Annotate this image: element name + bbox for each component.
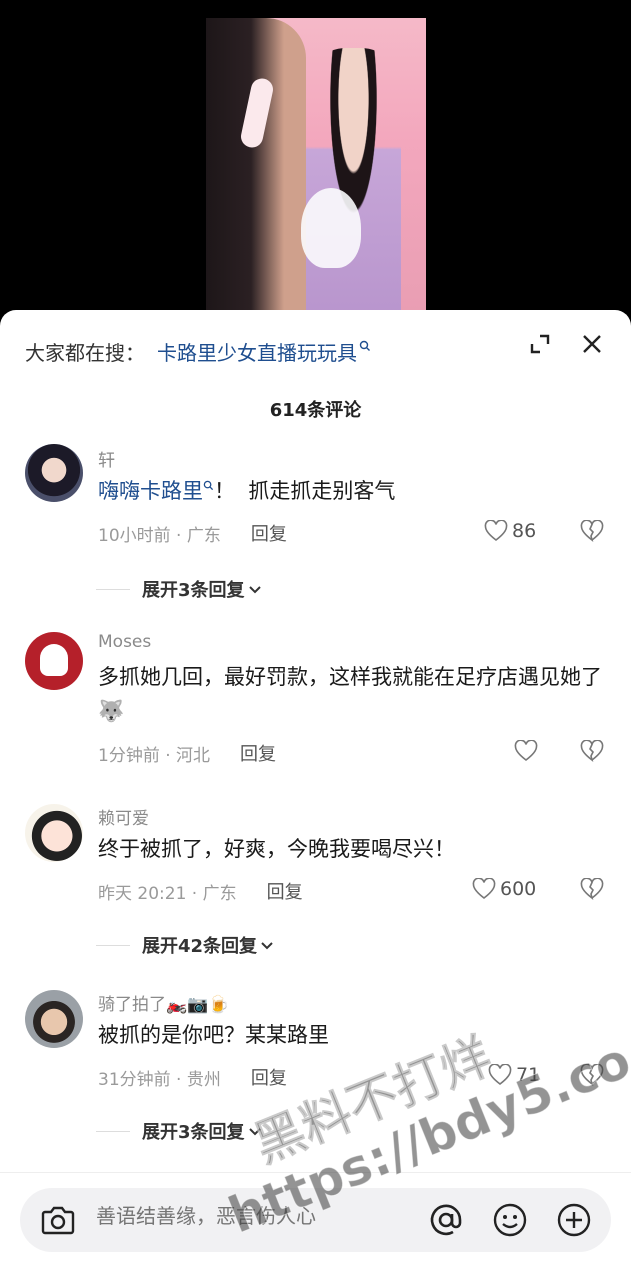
comment-item: 赖可爱 终于被抓了，好爽，今晚我要喝尽兴！ 昨天 20:21 · 广东 回复 6… <box>0 802 631 962</box>
like-count: 71 <box>516 1064 541 1086</box>
comment-sheet: 大家都在搜： 卡路里少女直播玩玩具 614条评论 轩 嗨嗨卡路里 ！ 抓走抓走别客… <box>0 310 631 1280</box>
comment-time-location: 10小时前 · 广东 <box>98 525 221 546</box>
comment-input[interactable] <box>96 1206 396 1229</box>
like-count: 86 <box>512 520 537 542</box>
divider <box>96 1130 130 1132</box>
comment-item: 骑了拍了🏍️📷🍺 被抓的是你吧？某某路里 31分钟前 · 贵州 回复 71 展开… <box>0 988 631 1148</box>
avatar[interactable] <box>25 804 83 862</box>
comment-text: 多抓她几回，最好罚款，这样我就能在足疗店遇见她了🐺 <box>98 665 602 723</box>
plus-icon[interactable] <box>556 1202 592 1238</box>
heart-icon <box>514 740 538 762</box>
comment-username[interactable]: 轩 <box>98 446 115 471</box>
emoji-icon[interactable] <box>492 1202 528 1238</box>
expand-replies-button[interactable]: 展开42条回复 <box>96 932 275 958</box>
video-fan <box>301 188 361 268</box>
search-icon <box>359 340 370 351</box>
heart-icon <box>488 1064 512 1086</box>
reply-button[interactable]: 回复 <box>267 878 303 904</box>
video-figure-back <box>206 18 306 330</box>
comment-username[interactable]: 骑了拍了🏍️📷🍺 <box>98 990 230 1015</box>
video-figure-front <box>306 48 401 330</box>
chevron-down-icon <box>261 942 273 950</box>
comment-meta: 10小时前 · 广东 回复 <box>98 520 287 546</box>
at-icon[interactable] <box>428 1202 464 1238</box>
divider <box>96 944 130 946</box>
chevron-down-icon <box>248 1128 261 1136</box>
comment-time-location: 31分钟前 · 贵州 <box>98 1069 221 1090</box>
like-button[interactable]: 71 <box>488 1064 540 1086</box>
heart-icon <box>484 520 508 542</box>
comment-text: 嗨嗨卡路里 ！ 抓走抓走别客气 <box>98 474 603 508</box>
search-term-link[interactable]: 卡路里少女直播玩玩具 <box>157 337 357 366</box>
avatar[interactable] <box>25 444 83 502</box>
broken-heart-icon[interactable] <box>580 520 604 542</box>
like-button[interactable] <box>514 740 542 762</box>
video-frame[interactable] <box>206 18 426 330</box>
comment-time-location: 昨天 20:21 · 广东 <box>98 883 237 904</box>
comment-text-rest: ！ 抓走抓走别客气 <box>214 479 396 503</box>
comment-meta: 1分钟前 · 河北 回复 <box>98 740 276 766</box>
expand-replies-label: 展开3条回复 <box>142 580 245 601</box>
expand-replies-button[interactable]: 展开3条回复 <box>96 576 263 602</box>
broken-heart-icon[interactable] <box>580 878 604 900</box>
comment-username[interactable]: 赖可爱 <box>98 804 149 829</box>
comment-text: 被抓的是你吧？某某路里 <box>98 1023 329 1047</box>
comment-text: 终于被抓了，好爽，今晚我要喝尽兴！ <box>98 837 455 861</box>
comment-username[interactable]: Moses <box>98 632 151 652</box>
comment-time-location: 1分钟前 · 河北 <box>98 745 211 766</box>
expand-replies-label: 展开3条回复 <box>142 1122 245 1143</box>
comment-meta: 31分钟前 · 贵州 回复 <box>98 1064 287 1090</box>
chevron-down-icon <box>248 586 261 594</box>
video-area[interactable] <box>0 0 631 330</box>
comment-link[interactable]: 嗨嗨卡路里 <box>98 479 203 503</box>
divider <box>96 588 130 590</box>
search-suggestion[interactable]: 大家都在搜： 卡路里少女直播玩玩具 <box>25 336 371 366</box>
broken-heart-icon[interactable] <box>580 1064 604 1086</box>
comment-meta: 昨天 20:21 · 广东 回复 <box>98 878 303 904</box>
search-icon <box>203 480 214 491</box>
like-button[interactable]: 86 <box>484 520 536 542</box>
search-prefix: 大家都在搜： <box>25 340 145 365</box>
expand-replies-label: 展开42条回复 <box>142 936 258 957</box>
reply-button[interactable]: 回复 <box>251 520 287 546</box>
close-icon[interactable] <box>580 332 604 356</box>
avatar[interactable] <box>25 990 83 1048</box>
reply-button[interactable]: 回复 <box>240 740 276 766</box>
avatar[interactable] <box>25 632 83 690</box>
like-count: 600 <box>500 878 537 900</box>
camera-icon[interactable] <box>40 1203 76 1237</box>
comment-item: Moses 多抓她几回，最好罚款，这样我就能在足疗店遇见她了🐺 1分钟前 · 河… <box>0 630 631 770</box>
lucky-cat-avatar-art <box>40 644 68 676</box>
like-button[interactable]: 600 <box>472 878 536 900</box>
broken-heart-icon[interactable] <box>580 740 604 762</box>
expand-icon[interactable] <box>528 332 552 356</box>
heart-icon <box>472 878 496 900</box>
input-divider <box>0 1172 631 1173</box>
expand-replies-button[interactable]: 展开3条回复 <box>96 1118 263 1144</box>
reply-button[interactable]: 回复 <box>251 1064 287 1090</box>
comment-count-title: 614条评论 <box>269 400 362 421</box>
comment-item: 轩 嗨嗨卡路里 ！ 抓走抓走别客气 10小时前 · 广东 回复 86 展开3条回复 <box>0 440 631 602</box>
comment-input-bar <box>20 1188 611 1252</box>
